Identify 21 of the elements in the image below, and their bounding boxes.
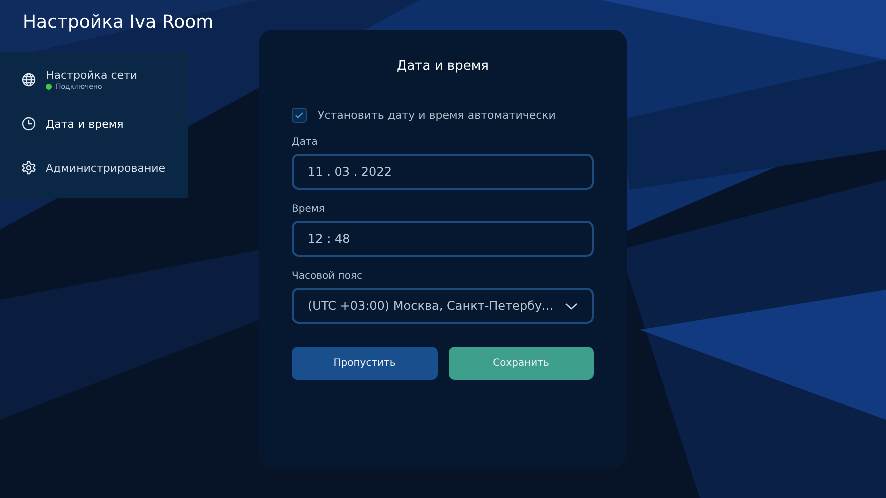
sidebar-item[interactable]: Дата и время: [0, 102, 188, 146]
field-label: Время: [292, 204, 325, 215]
input-field[interactable]: 11 . 03 . 2022: [292, 154, 594, 190]
field-label: Часовой пояс: [292, 271, 362, 282]
check-icon: [295, 112, 304, 119]
timezone-select[interactable]: (UTC +03:00) Москва, Санкт-Петербу...: [292, 288, 594, 324]
window-title: Настройка Iva Room: [22, 11, 215, 35]
dialog-title: Дата и время: [397, 59, 489, 74]
globe-icon: [22, 73, 36, 87]
item-label: Администрирование: [46, 162, 166, 174]
checkbox[interactable]: [292, 108, 307, 123]
item-label: Настройка сети: [46, 69, 138, 82]
input-field[interactable]: 12 : 48: [292, 221, 594, 257]
clock-icon: [22, 117, 36, 131]
sidebar-item[interactable]: Администрирование: [0, 146, 188, 190]
item-label: Дата и время: [46, 118, 124, 130]
field-label: Дата: [292, 137, 318, 148]
chevron-down-icon: [565, 302, 578, 310]
checkbox-label: Установить дату и время автоматически: [318, 109, 556, 122]
settings-icon: [22, 161, 36, 175]
skip-button[interactable]: Пропустить: [292, 347, 438, 380]
